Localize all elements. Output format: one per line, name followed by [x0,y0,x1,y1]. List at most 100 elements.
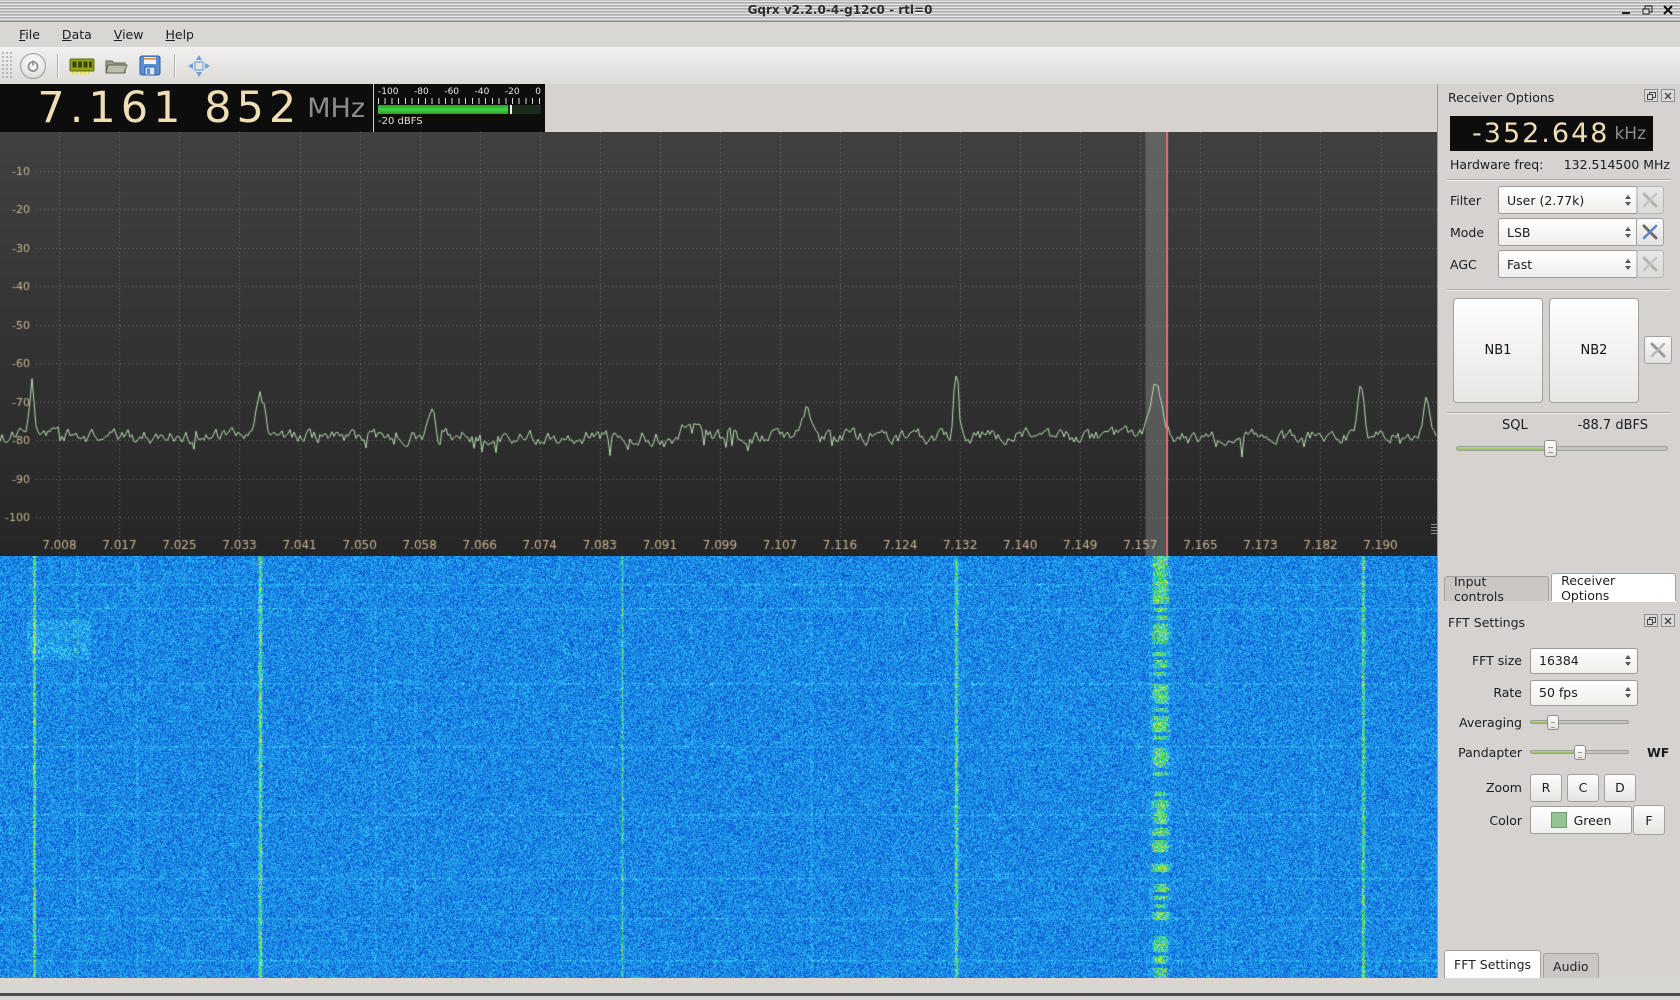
meter-tick: -60 [444,87,459,97]
open-file-button[interactable] [101,52,131,80]
meter-tick: -80 [414,87,429,97]
filter-value: User (2.77k) [1507,193,1584,208]
dock-tabbar-top: Input controls Receiver Options [1444,573,1676,601]
open-folder-icon [104,56,128,76]
pan-mode-button[interactable] [184,52,214,80]
float-icon [1647,617,1656,625]
menubar: File Data View Help [0,22,1680,47]
fft-size-value: 16384 [1539,653,1579,668]
io-devices-button[interactable] [67,52,97,80]
mode-select[interactable]: LSB [1498,218,1638,246]
window-titlebar[interactable]: Gqrx v2.2.0-4-g12c0 - rtl=0 [0,0,1680,22]
fft-size-select[interactable]: 16384 [1530,648,1638,674]
averaging-slider[interactable] [1530,715,1629,730]
close-icon [1664,92,1672,100]
squelch-slider[interactable] [1456,440,1668,457]
filter-options-button[interactable] [1636,186,1664,214]
pan-icon [187,54,211,78]
spinner-arrows-icon[interactable] [1625,219,1631,245]
menu-help[interactable]: Help [154,24,205,45]
menu-data[interactable]: Data [51,24,103,45]
zoom-reset-button[interactable]: R [1530,774,1562,802]
menu-file[interactable]: File [8,24,51,45]
mode-options-button[interactable] [1636,218,1664,246]
frequency-display[interactable]: 7.161 852 MHz [0,84,373,132]
wf-label: WF [1647,745,1669,760]
zoom-demod-button[interactable]: D [1604,774,1636,802]
frequency-unit: MHz [307,93,365,124]
offset-unit: kHz [1614,124,1646,144]
nb1-label: NB1 [1485,343,1512,358]
pandapter-slider[interactable] [1530,745,1629,760]
gqrx-window: Gqrx v2.2.0-4-g12c0 - rtl=0 File Data Vi… [0,0,1680,1000]
tab-receiver-options[interactable]: Receiver Options [1551,573,1676,601]
minimize-button[interactable] [1619,3,1634,17]
tools-icon [1642,192,1658,208]
color-swatch [1551,812,1567,828]
sql-value: -88.7 dBFS [1578,418,1648,433]
pandapter-label: Pandapter [1438,745,1530,760]
receiver-options-title: Receiver Options [1448,90,1554,105]
frequency-value[interactable]: 7.161 852 [37,86,301,130]
offset-frequency-display[interactable]: -352.648 kHz [1450,116,1653,151]
dock-tabbar-bottom: FFT Settings Audio [1444,950,1676,978]
dock-float-button[interactable] [1644,89,1658,102]
tab-audio[interactable]: Audio [1543,953,1599,978]
nb2-button[interactable]: NB2 [1549,298,1639,403]
fft-rate-value: 50 fps [1539,685,1578,700]
tab-input-controls[interactable]: Input controls [1444,576,1549,601]
hardware-freq-label: Hardware freq: [1450,157,1543,172]
meter-tickmarks [378,98,541,104]
memory-icon [69,56,95,76]
menu-view[interactable]: View [103,24,155,45]
tools-icon [1642,224,1658,240]
meter-tick: -40 [475,87,490,97]
fft-color-label: Color [1438,813,1530,828]
tools-icon [1642,256,1658,272]
filter-select[interactable]: User (2.77k) [1498,186,1638,214]
pandapter-spectrum[interactable] [0,132,1437,556]
save-file-button[interactable] [135,52,165,80]
agc-options-button[interactable] [1636,250,1664,278]
color-value: Green [1574,813,1612,828]
spinner-arrows-icon[interactable] [1625,681,1631,705]
nb-options-button[interactable] [1644,336,1672,364]
dock-float-button[interactable] [1644,614,1658,627]
agc-select[interactable]: Fast [1498,250,1638,278]
toolbar-drag-handle[interactable] [2,52,12,80]
offset-value[interactable]: -352.648 [1472,118,1609,149]
meter-value-label: -20 dBFS [378,116,541,127]
waterfall-display[interactable] [0,556,1437,978]
averaging-label: Averaging [1438,715,1530,730]
color-select[interactable]: Green [1530,806,1632,834]
right-panel: Receiver Options -352.648 kHz Hardware f… [1437,84,1680,978]
meter-scale: -100 -80 -60 -40 -20 0 [378,87,541,97]
fft-rate-label: Rate [1438,685,1530,700]
nb2-label: NB2 [1581,343,1608,358]
restore-button[interactable] [1640,3,1655,17]
zoom-center-button[interactable]: C [1567,774,1599,802]
tab-fft-settings[interactable]: FFT Settings [1444,950,1541,978]
minimize-icon [1621,5,1632,15]
agc-value: Fast [1507,257,1532,272]
nb1-button[interactable]: NB1 [1453,298,1543,403]
spinner-arrows-icon[interactable] [1625,649,1631,673]
close-icon [1664,617,1672,625]
close-button[interactable] [1661,3,1676,17]
lcd-row: 7.161 852 MHz -100 -80 -60 -40 -20 0 -20… [0,84,1437,132]
start-dsp-button[interactable] [18,52,48,80]
separator [1447,412,1671,413]
tools-icon [1650,342,1666,358]
mode-label: Mode [1450,225,1498,240]
hardware-freq-value: 132.514500 MHz [1564,157,1670,172]
power-icon [20,53,46,79]
toolbar-separator [174,54,175,78]
spinner-arrows-icon[interactable] [1625,187,1631,213]
dock-close-button[interactable] [1661,89,1675,102]
spinner-arrows-icon[interactable] [1625,251,1631,277]
fft-rate-select[interactable]: 50 fps [1530,680,1638,706]
fill-button[interactable]: F [1633,805,1665,835]
dock-close-button[interactable] [1661,614,1675,627]
toolbar [0,47,1680,85]
fft-settings-title: FFT Settings [1448,615,1525,630]
